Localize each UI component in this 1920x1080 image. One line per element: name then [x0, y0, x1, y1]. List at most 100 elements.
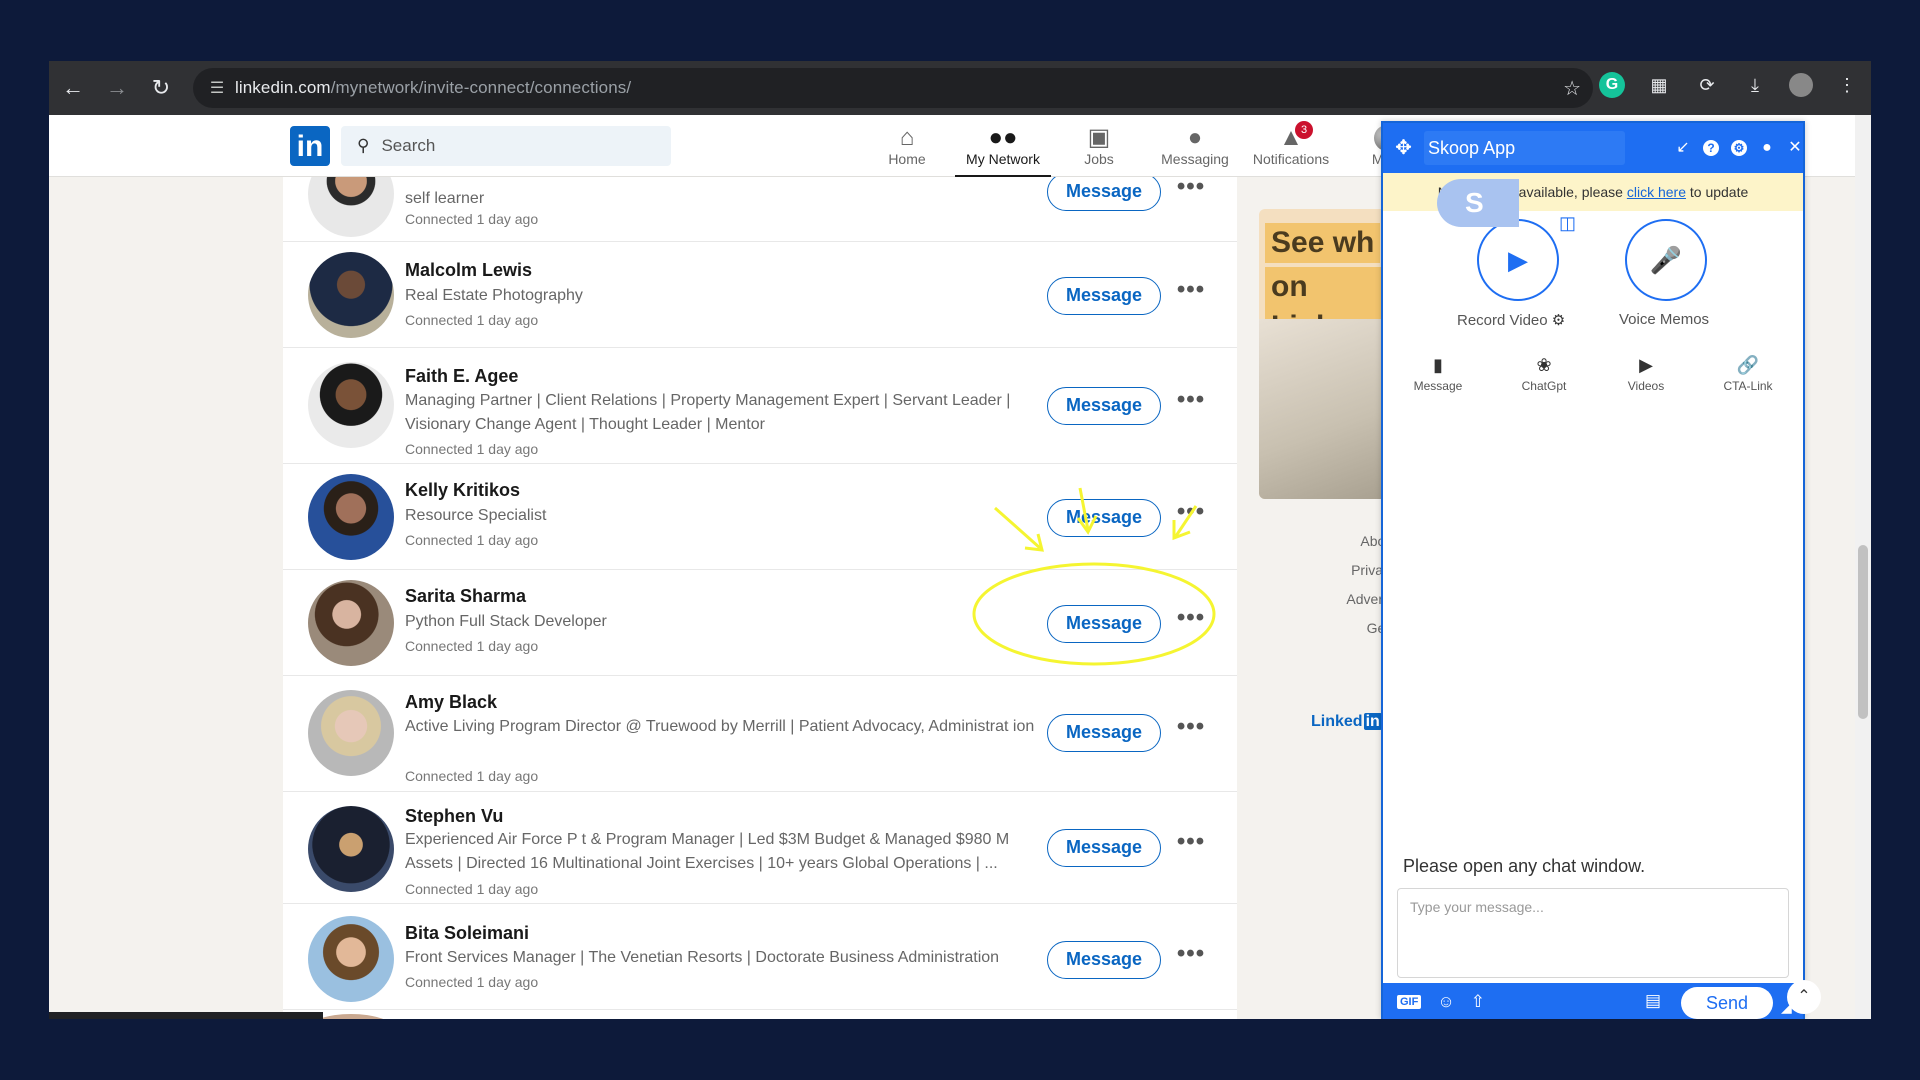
message-button[interactable]: Message	[1047, 499, 1161, 537]
more-options-icon[interactable]: •••	[1173, 278, 1209, 310]
settings-icon[interactable]: ⚙	[1731, 140, 1747, 156]
more-options-icon[interactable]: •••	[1173, 715, 1209, 747]
connection-time: Connected 1 day ago	[405, 532, 539, 548]
footer-link-get-app[interactable]: Get t	[1277, 614, 1397, 643]
connection-time: Connected 1 day ago	[405, 768, 539, 784]
nav-label: Notifications	[1252, 151, 1330, 167]
close-icon[interactable]: ✕	[1787, 140, 1803, 156]
nav-home[interactable]: ⌂ Home	[859, 115, 955, 177]
more-options-icon[interactable]: •••	[1173, 606, 1209, 638]
linkedin-footer-logo: Linked in	[1311, 713, 1382, 730]
chevron-up-icon[interactable]: ⌃	[1787, 980, 1821, 1014]
more-options-icon[interactable]: •••	[1173, 388, 1209, 420]
minimize-icon[interactable]: ↙	[1675, 140, 1691, 156]
status-bar	[49, 1012, 323, 1019]
nav-jobs[interactable]: ▣ Jobs	[1051, 115, 1147, 177]
search-input[interactable]: ⚲ Search	[341, 126, 671, 166]
message-input[interactable]: Type your message...	[1397, 888, 1789, 978]
emoji-icon[interactable]: ☺	[1437, 992, 1454, 1012]
profile-icon[interactable]	[1789, 73, 1813, 97]
footer-links: About Privacy Advertis Get t	[1277, 527, 1397, 643]
ad-banner[interactable]: See wh on Linke	[1259, 209, 1389, 499]
nav-notifications[interactable]: ▲ 3 Notifications	[1243, 115, 1339, 177]
avatar[interactable]	[308, 806, 394, 892]
more-options-icon[interactable]: •••	[1173, 177, 1209, 207]
gif-icon[interactable]: GIF	[1397, 995, 1422, 1009]
browser-toolbar: ← → ↻ ☰ linkedin.com/mynetwork/invite-co…	[49, 61, 1871, 115]
scroll-thumb[interactable]	[1858, 545, 1868, 719]
reload-icon[interactable]: ↻	[141, 68, 181, 108]
connection-name[interactable]: Faith E. Agee	[405, 366, 518, 387]
message-button[interactable]: Message	[1047, 605, 1161, 643]
avatar[interactable]	[308, 362, 394, 448]
update-link[interactable]: click here	[1627, 184, 1686, 200]
skoop-side-tab[interactable]: S	[1437, 179, 1519, 227]
connection-name[interactable]: Amy Black	[405, 692, 497, 713]
avatar[interactable]	[308, 580, 394, 666]
url-text: linkedin.com/mynetwork/invite-connect/co…	[235, 78, 632, 97]
connection-name[interactable]: Stephen Vu	[405, 806, 503, 827]
message-button[interactable]: Message	[1047, 714, 1161, 752]
clipboard-icon[interactable]: ▤	[1645, 991, 1661, 1011]
message-button[interactable]: Message	[1047, 941, 1161, 979]
avatar[interactable]	[308, 474, 394, 560]
gear-icon: ⚙	[1551, 312, 1566, 329]
connection-name[interactable]: Sarita Sharma	[405, 586, 526, 607]
footer-link-advertising[interactable]: Advertis	[1277, 585, 1397, 614]
nav-my-network[interactable]: ●● My Network	[955, 115, 1051, 177]
more-options-icon[interactable]: •••	[1173, 830, 1209, 862]
avatar[interactable]	[308, 916, 394, 1002]
forward-icon[interactable]: →	[97, 68, 137, 108]
help-icon[interactable]: ?	[1703, 140, 1719, 156]
message-button[interactable]: Message	[1047, 387, 1161, 425]
briefcase-icon: ▣	[1087, 124, 1111, 151]
upload-icon[interactable]: ⇧	[1471, 992, 1485, 1012]
voice-memo-button[interactable]: 🎤	[1625, 219, 1707, 301]
message-button[interactable]: Message	[1047, 829, 1161, 867]
more-options-icon[interactable]: •••	[1173, 500, 1209, 532]
connection-name[interactable]: Malcolm Lewis	[405, 260, 532, 281]
list-item: Sarita Sharma Python Full Stack Develope…	[283, 570, 1237, 676]
connection-name[interactable]: Kelly Kritikos	[405, 480, 520, 501]
tool-videos[interactable]: ▶ Videos	[1611, 355, 1681, 393]
record-area: ▶ ◫ Record Video ⚙ 🎤 Voice Memos	[1383, 211, 1803, 331]
avatar[interactable]	[308, 690, 394, 776]
download-icon[interactable]: ⤓	[1741, 71, 1769, 99]
site-info-icon[interactable]: ☰	[199, 78, 235, 98]
page-scrollbar[interactable]	[1855, 115, 1871, 1019]
back-icon[interactable]: ←	[53, 68, 93, 108]
tool-cta-link[interactable]: 🔗 CTA-Link	[1713, 355, 1783, 393]
footer-link-privacy[interactable]: Privacy	[1277, 556, 1397, 585]
tool-chatgpt[interactable]: ❀ ChatGpt	[1509, 355, 1579, 393]
avatar[interactable]	[308, 252, 394, 338]
skoop-footer: GIF ☺ ⇧ ▤ Send ◢	[1383, 983, 1803, 1019]
bookmark-star-icon[interactable]: ☆	[1563, 76, 1581, 101]
ad-image	[1259, 319, 1389, 499]
notification-badge: 3	[1295, 121, 1313, 139]
connection-name[interactable]: Bita Soleimani	[405, 923, 529, 944]
record-video-button[interactable]: ▶	[1477, 219, 1559, 301]
move-icon[interactable]: ✥	[1393, 138, 1414, 158]
skoop-panel: ✥ Skoop App ↙ ? ⚙ ● ✕ New version availa…	[1381, 121, 1805, 1019]
avatar[interactable]	[308, 177, 394, 237]
more-options-icon[interactable]: •••	[1173, 942, 1209, 974]
sync-icon[interactable]: ⟳	[1693, 71, 1721, 99]
nav-messaging[interactable]: ● Messaging	[1147, 115, 1243, 177]
menu-kebab-icon[interactable]: ⋮	[1833, 71, 1861, 99]
extensions-icon[interactable]: ▦	[1645, 71, 1673, 99]
address-bar[interactable]: ☰ linkedin.com/mynetwork/invite-connect/…	[193, 68, 1593, 108]
connection-headline: Experienced Air Force P t & Program Mana…	[405, 831, 1010, 872]
linkedin-logo[interactable]: in	[290, 126, 330, 166]
footer-link-about[interactable]: About	[1277, 527, 1397, 556]
list-item: Faith E. Agee Managing Partner | Client …	[283, 348, 1237, 464]
search-placeholder: Search	[381, 136, 436, 155]
message-button[interactable]: Message	[1047, 177, 1161, 211]
connection-headline: self learner	[405, 190, 485, 207]
message-button[interactable]: Message	[1047, 277, 1161, 315]
send-button[interactable]: Send	[1681, 987, 1773, 1019]
screen-record-icon[interactable]: ◫	[1559, 213, 1576, 234]
tool-message[interactable]: ▮ Message	[1403, 355, 1473, 393]
user-icon[interactable]: ●	[1759, 140, 1775, 156]
update-text: to update	[1689, 184, 1749, 200]
grammarly-icon[interactable]: G	[1599, 72, 1625, 98]
